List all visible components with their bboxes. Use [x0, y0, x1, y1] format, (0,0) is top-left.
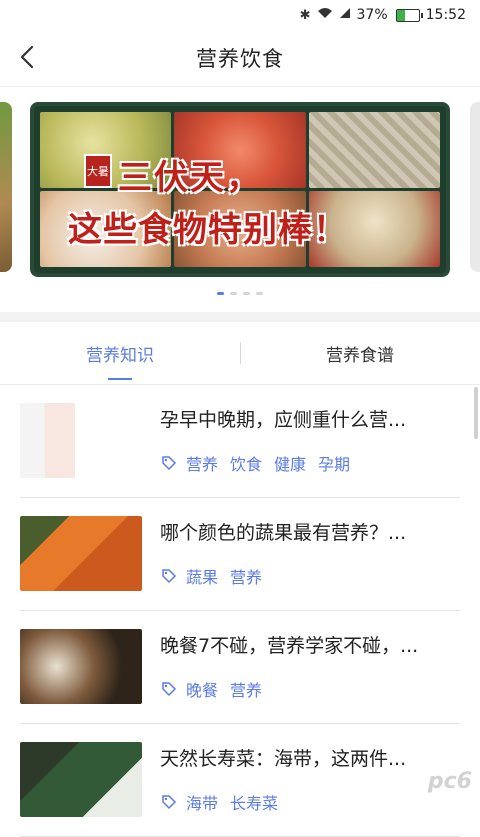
- wifi-icon: [317, 7, 333, 23]
- carousel-dot[interactable]: [256, 292, 263, 295]
- battery-icon: [395, 8, 423, 22]
- chevron-left-icon: [20, 45, 34, 69]
- back-button[interactable]: [12, 42, 42, 72]
- top-navbar: 营养饮食: [0, 30, 480, 87]
- tag-label[interactable]: 营养: [186, 451, 218, 475]
- list-item[interactable]: 晚餐7不碰，营养学家不碰，... 晚餐 营养: [0, 611, 480, 724]
- banner-headline-2: 这些食物特别棒！: [68, 210, 348, 250]
- article-thumbnail: [20, 403, 142, 478]
- tag-label[interactable]: 健康: [274, 451, 306, 475]
- tag-icon: [160, 454, 178, 472]
- carousel-dot[interactable]: [217, 292, 224, 295]
- status-bar: ✱ 37% 15:52: [0, 0, 480, 30]
- tag-label[interactable]: 营养: [230, 564, 262, 588]
- article-title: 天然长寿菜：海带，这两件...: [160, 748, 407, 770]
- article-tags: 海带 长寿菜: [160, 790, 278, 814]
- banner-tag: 大暑: [84, 154, 112, 188]
- carousel-indicator: [0, 292, 480, 295]
- carousel-next-card[interactable]: [470, 102, 480, 272]
- tag-label[interactable]: 长寿菜: [230, 790, 278, 814]
- watermark-logo: pc6: [427, 769, 472, 794]
- tag-label[interactable]: 晚餐: [186, 677, 218, 701]
- tag-icon: [160, 567, 178, 585]
- tag-label[interactable]: 营养: [230, 677, 262, 701]
- signal-icon: [339, 7, 351, 23]
- page-title: 营养饮食: [196, 47, 284, 71]
- article-thumbnail: [20, 516, 142, 591]
- list-item[interactable]: 孕早中晚期，应侧重什么营... 营养 饮食 健康 孕期: [0, 385, 480, 498]
- tab-bar: 营养知识 营养食谱: [0, 322, 480, 385]
- tag-label[interactable]: 孕期: [318, 451, 350, 475]
- tag-label[interactable]: 蔬果: [186, 564, 218, 588]
- list-scrollbar[interactable]: [474, 387, 478, 439]
- article-list: 孕早中晚期，应侧重什么营... 营养 饮食 健康 孕期 哪个颜色的蔬果最有营养？…: [0, 385, 480, 837]
- list-item[interactable]: 天然长寿菜：海带，这两件... 海带 长寿菜: [0, 724, 480, 837]
- tab-divider: [240, 342, 241, 364]
- tag-icon: [160, 680, 178, 698]
- tag-icon: [160, 793, 178, 811]
- bluetooth-icon: ✱: [299, 7, 311, 23]
- article-title: 孕早中晚期，应侧重什么营...: [160, 409, 407, 431]
- status-time: 15:52: [425, 7, 466, 23]
- carousel-prev-card[interactable]: [0, 102, 12, 272]
- article-thumbnail: [20, 742, 142, 817]
- battery-fill: [396, 9, 405, 21]
- banner-carousel[interactable]: 大暑 三伏天， 这些食物特别棒！: [0, 87, 480, 312]
- carousel-dot[interactable]: [230, 292, 237, 295]
- banner-image[interactable]: 大暑 三伏天， 这些食物特别棒！: [30, 102, 450, 277]
- article-title: 晚餐7不碰，营养学家不碰，...: [160, 635, 419, 657]
- article-tags: 营养 饮食 健康 孕期: [160, 451, 350, 475]
- article-tags: 晚餐 营养: [160, 677, 262, 701]
- article-thumbnail: [20, 629, 142, 704]
- carousel-dot[interactable]: [243, 292, 250, 295]
- tag-label[interactable]: 海带: [186, 790, 218, 814]
- list-item[interactable]: 哪个颜色的蔬果最有营养？... 蔬果 营养: [0, 498, 480, 611]
- battery-percent: 37%: [356, 7, 388, 23]
- article-title: 哪个颜色的蔬果最有营养？...: [160, 522, 407, 544]
- tab-nutrition-knowledge[interactable]: 营养知识: [0, 322, 240, 384]
- banner-headline-1: 三伏天，: [118, 158, 262, 198]
- article-tags: 蔬果 营养: [160, 564, 262, 588]
- section-divider: [0, 312, 480, 322]
- tag-label[interactable]: 饮食: [230, 451, 262, 475]
- tab-nutrition-recipes[interactable]: 营养食谱: [240, 322, 480, 384]
